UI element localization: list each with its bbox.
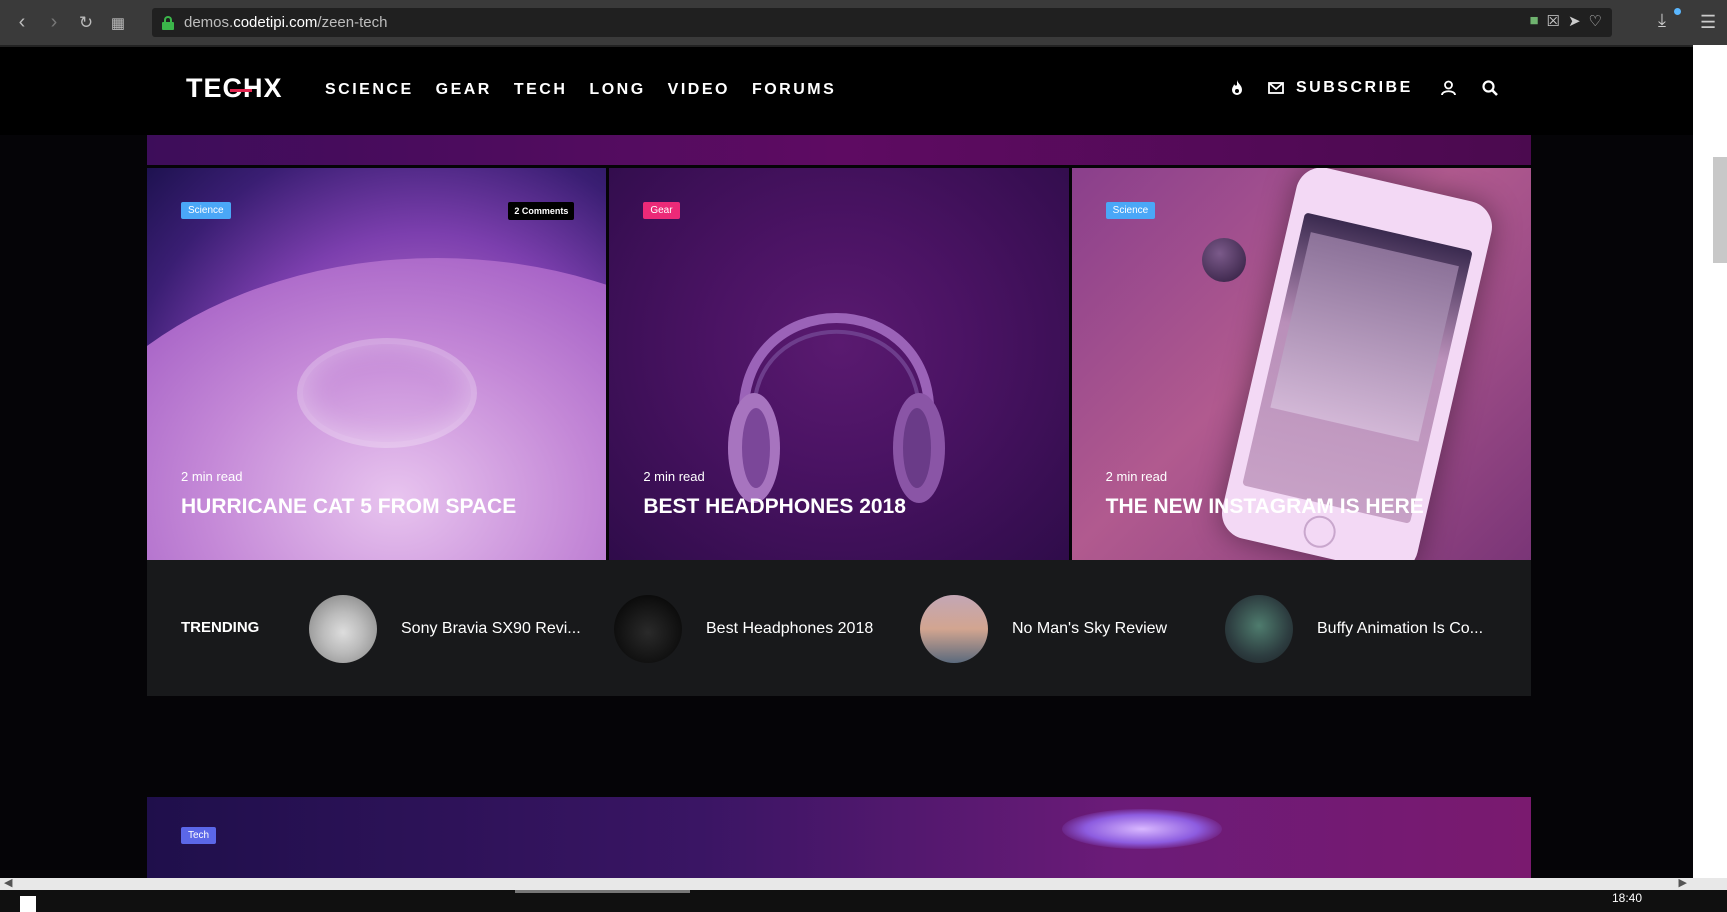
forward-arrow-icon[interactable]: › xyxy=(38,7,70,39)
trending-item[interactable]: No Man's Sky Review xyxy=(920,595,1167,663)
comments-badge[interactable]: 2 Comments xyxy=(508,202,575,220)
trending-title[interactable]: No Man's Sky Review xyxy=(1012,620,1167,638)
nav-long[interactable]: LONG xyxy=(589,81,645,99)
trending-thumbnail[interactable] xyxy=(920,595,988,663)
trending-item[interactable]: Buffy Animation Is Co... xyxy=(1225,595,1483,663)
read-time: 2 min read xyxy=(643,469,705,484)
featured-cards: Science 2 Comments 2 min read HURRICANE … xyxy=(147,168,1531,560)
horizontal-scrollbar[interactable]: ◀ ▶ xyxy=(0,876,1727,890)
menu-icon[interactable]: ☰ xyxy=(1700,12,1716,33)
trending-title[interactable]: Buffy Animation Is Co... xyxy=(1317,620,1483,638)
featured-band xyxy=(147,135,1531,165)
nav-video[interactable]: VIDEO xyxy=(668,81,730,99)
category-tag[interactable]: Science xyxy=(181,202,231,219)
taskbar-clock[interactable]: 18:40 xyxy=(1612,891,1642,905)
active-window-indicator xyxy=(515,890,690,893)
category-tag[interactable]: Science xyxy=(1105,202,1156,219)
nav-tech[interactable]: TECH xyxy=(514,81,568,99)
card-instagram[interactable]: Science 2 min read THE NEW INSTAGRAM IS … xyxy=(1071,168,1531,560)
download-badge xyxy=(1674,8,1681,15)
trending-thumbnail[interactable] xyxy=(614,595,682,663)
site-header: TECHX SCIENCE GEAR TECH LONG VIDEO FORUM… xyxy=(0,45,1693,135)
card-image xyxy=(1062,809,1222,849)
lock-icon xyxy=(162,15,174,30)
scroll-right-icon[interactable]: ▶ xyxy=(1679,876,1687,889)
search-icon[interactable] xyxy=(1482,80,1498,96)
grid-icon[interactable]: ▦ xyxy=(102,7,134,39)
user-icon[interactable] xyxy=(1440,80,1456,96)
windows-start-icon[interactable] xyxy=(20,896,36,912)
category-tag[interactable]: Gear xyxy=(643,202,680,219)
hurricane-swirl xyxy=(297,338,477,448)
scroll-left-icon[interactable]: ◀ xyxy=(4,876,12,889)
nav-forums[interactable]: FORUMS xyxy=(752,81,836,99)
trending-title[interactable]: Best Headphones 2018 xyxy=(706,620,873,638)
trending-label: TRENDING xyxy=(181,619,260,636)
trending-title[interactable]: Sony Bravia SX90 Revi... xyxy=(401,620,581,638)
water-drop-image xyxy=(1201,238,1246,282)
card-title[interactable]: BEST HEADPHONES 2018 xyxy=(643,495,906,519)
trending-thumbnail[interactable] xyxy=(1225,595,1293,663)
mail-icon[interactable] xyxy=(1268,82,1284,94)
card-hurricane[interactable]: Science 2 Comments 2 min read HURRICANE … xyxy=(147,168,607,560)
card-headphones[interactable]: Gear 2 min read BEST HEADPHONES 2018 xyxy=(609,168,1069,560)
header-actions: SUBSCRIBE xyxy=(1230,79,1498,97)
card-title[interactable]: HURRICANE CAT 5 FROM SPACE xyxy=(181,495,516,519)
logo-accent xyxy=(230,89,252,92)
scrollbar-thumb[interactable] xyxy=(1713,157,1727,263)
subscribe-button[interactable]: SUBSCRIBE xyxy=(1296,79,1413,97)
headphones-image xyxy=(728,313,946,503)
shield-icon[interactable]: ☒ xyxy=(1547,12,1560,30)
back-arrow-icon[interactable]: ‹ xyxy=(6,7,38,39)
read-time: 2 min read xyxy=(1105,469,1168,484)
vertical-scrollbar[interactable] xyxy=(1693,45,1727,878)
reload-icon[interactable]: ↻ xyxy=(70,7,102,39)
top-strip xyxy=(0,45,1693,47)
site-logo[interactable]: TECHX xyxy=(186,73,283,104)
category-tag[interactable]: Tech xyxy=(181,827,217,844)
send-icon[interactable]: ➤ xyxy=(1568,12,1581,30)
download-icon[interactable]: ⤓ xyxy=(1658,10,1666,31)
browser-toolbar: ‹ › ↻ ▦ demos.codetipi.com/zeen-tech ■ ☒… xyxy=(0,0,1727,45)
url-text: demos.codetipi.com/zeen-tech xyxy=(184,14,388,31)
nav-gear[interactable]: GEAR xyxy=(436,81,492,99)
read-time: 2 min read xyxy=(181,469,243,484)
card-tech[interactable]: Tech xyxy=(147,797,1531,878)
heart-icon[interactable]: ♡ xyxy=(1589,12,1602,30)
trending-bar: TRENDING Sony Bravia SX90 Revi... Best H… xyxy=(147,560,1531,696)
nav-science[interactable]: SCIENCE xyxy=(325,81,414,99)
address-bar[interactable]: demos.codetipi.com/zeen-tech ■ ☒ ➤ ♡ xyxy=(152,8,1612,37)
page-viewport: TECHX SCIENCE GEAR TECH LONG VIDEO FORUM… xyxy=(0,45,1693,878)
trending-thumbnail[interactable] xyxy=(309,595,377,663)
trending-item[interactable]: Sony Bravia SX90 Revi... xyxy=(309,595,581,663)
os-taskbar: 18:40 xyxy=(0,890,1727,912)
extension-icon[interactable]: ■ xyxy=(1529,12,1538,30)
trending-item[interactable]: Best Headphones 2018 xyxy=(614,595,873,663)
main-nav: SCIENCE GEAR TECH LONG VIDEO FORUMS xyxy=(325,81,836,99)
fire-icon[interactable] xyxy=(1230,80,1244,96)
card-title[interactable]: THE NEW INSTAGRAM IS HERE xyxy=(1106,495,1424,519)
